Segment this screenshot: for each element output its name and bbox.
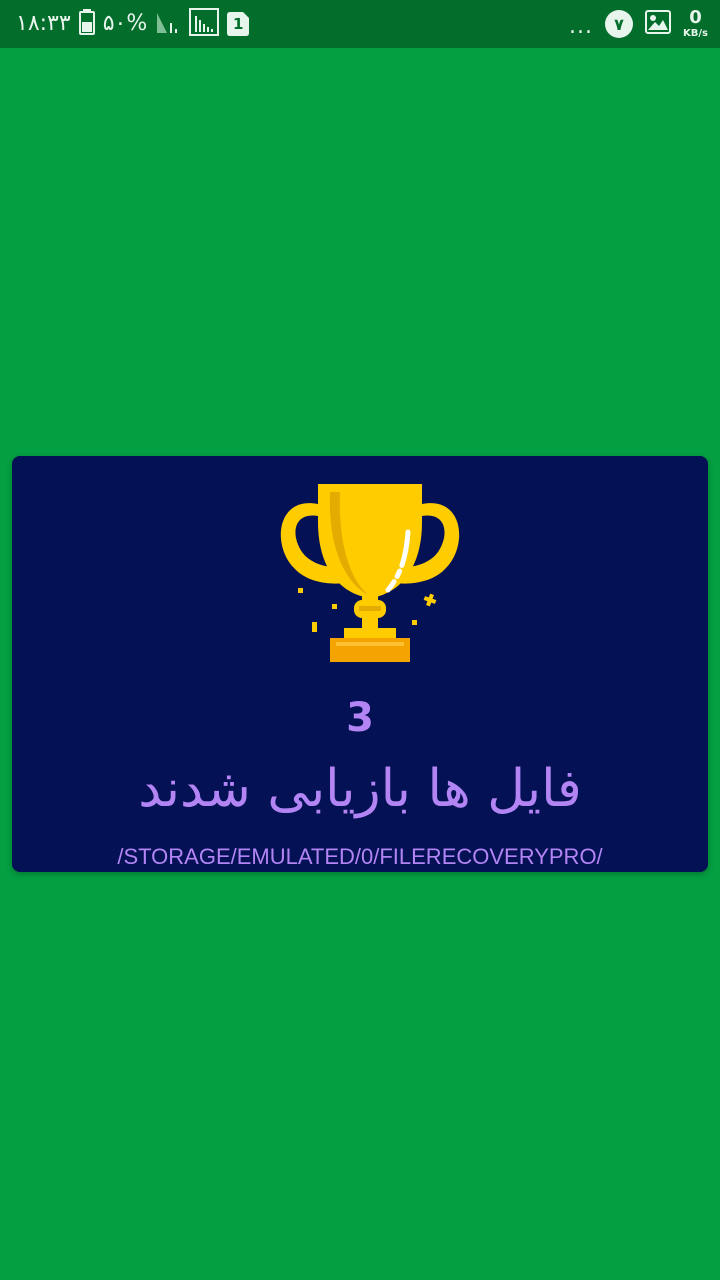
data-activity-icon [189,8,220,40]
battery-icon [78,9,95,39]
sim-icon: 1 [227,12,250,36]
network-speed-unit: KB/s [683,28,708,39]
battery-percent: ۵۰% [102,11,148,36]
recovery-path: /STORAGE/EMULATED/0/FILERECOVERYPRO/ [117,844,603,869]
network-speed: 0 KB/s [683,9,708,39]
signal-icon [155,9,181,39]
gallery-icon [645,10,672,38]
trophy-icon [270,482,470,668]
status-bar: ۱۸:۳۳ ۵۰% 1 ... ۷ 0 KB/s [0,0,720,48]
recovered-message: فایل ها بازیابی شدند [138,759,582,819]
status-bar-left: ۱۸:۳۳ ۵۰% 1 [16,0,250,48]
recovered-count: 3 [346,695,374,741]
sim-badge: 1 [233,15,244,33]
status-bar-right: ... ۷ 0 KB/s [569,0,708,48]
status-time: ۱۸:۳۳ [16,11,71,36]
notification-count-badge: ۷ [605,10,634,38]
more-notifications-dots: ... [569,13,594,39]
recovery-result-card: 3 فایل ها بازیابی شدند /STORAGE/EMULATED… [12,456,708,872]
network-speed-value: 0 [689,7,702,28]
